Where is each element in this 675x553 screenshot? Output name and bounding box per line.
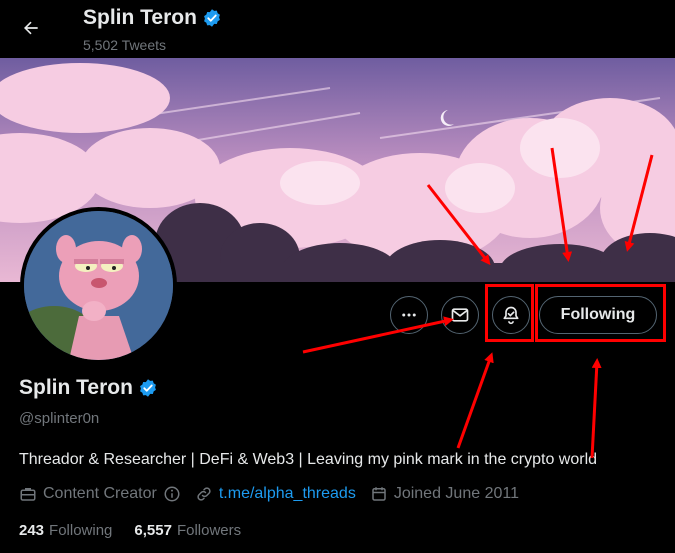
verified-badge-icon <box>204 9 220 27</box>
verified-badge-icon <box>140 379 156 397</box>
more-options-button[interactable] <box>390 296 428 334</box>
link-icon <box>197 487 211 501</box>
joined-date: Joined June 2011 <box>393 485 519 502</box>
bell-check-icon <box>503 306 519 325</box>
profile-link[interactable]: t.me/alpha_threads <box>219 485 356 503</box>
following-label: Following <box>49 522 113 539</box>
profile-name: Splin Teron <box>19 376 158 400</box>
followers-label: Followers <box>176 522 242 539</box>
briefcase-icon <box>20 488 36 501</box>
avatar[interactable] <box>20 207 177 364</box>
category-item: Content Creator <box>19 485 181 503</box>
notifications-button[interactable] <box>492 296 530 334</box>
joined-item: Joined June 2011 <box>370 485 519 503</box>
info-icon[interactable] <box>163 485 181 503</box>
link-item[interactable]: t.me/alpha_threads <box>195 485 356 503</box>
header-display-name: Splin Teron <box>83 6 197 29</box>
annotation-arrow <box>456 352 494 449</box>
followers-stat[interactable]: 6,557 Followers <box>134 522 241 539</box>
profile-display-name: Splin Teron <box>19 376 133 399</box>
annotation-arrow <box>590 358 602 459</box>
message-button[interactable] <box>441 296 479 334</box>
following-button[interactable]: Following <box>539 296 657 334</box>
category-label: Content Creator <box>43 485 157 502</box>
tweet-count: 5,502 Tweets <box>83 37 167 53</box>
top-bar: Splin Teron 5,502 Tweets <box>0 0 675 58</box>
arrow-left-icon <box>24 21 38 35</box>
following-stat[interactable]: 243 Following <box>19 522 112 539</box>
profile-bio: Threador & Researcher | DeFi & Web3 | Le… <box>19 451 598 468</box>
profile-handle: @splinter0n <box>19 410 100 427</box>
following-button-label: Following <box>560 306 636 323</box>
following-count: 243 <box>19 522 45 539</box>
envelope-icon <box>451 308 469 322</box>
annotation-arrow <box>302 316 454 354</box>
more-horizontal-icon <box>402 313 416 317</box>
back-button[interactable] <box>12 9 50 47</box>
calendar-icon <box>372 487 386 501</box>
profile-stats: 243 Following 6,557 Followers <box>19 522 241 539</box>
followers-count: 6,557 <box>134 522 172 539</box>
header-title: Splin Teron <box>83 6 222 30</box>
profile-meta: Content Creator t.me/alpha_threads Joine… <box>19 485 533 503</box>
